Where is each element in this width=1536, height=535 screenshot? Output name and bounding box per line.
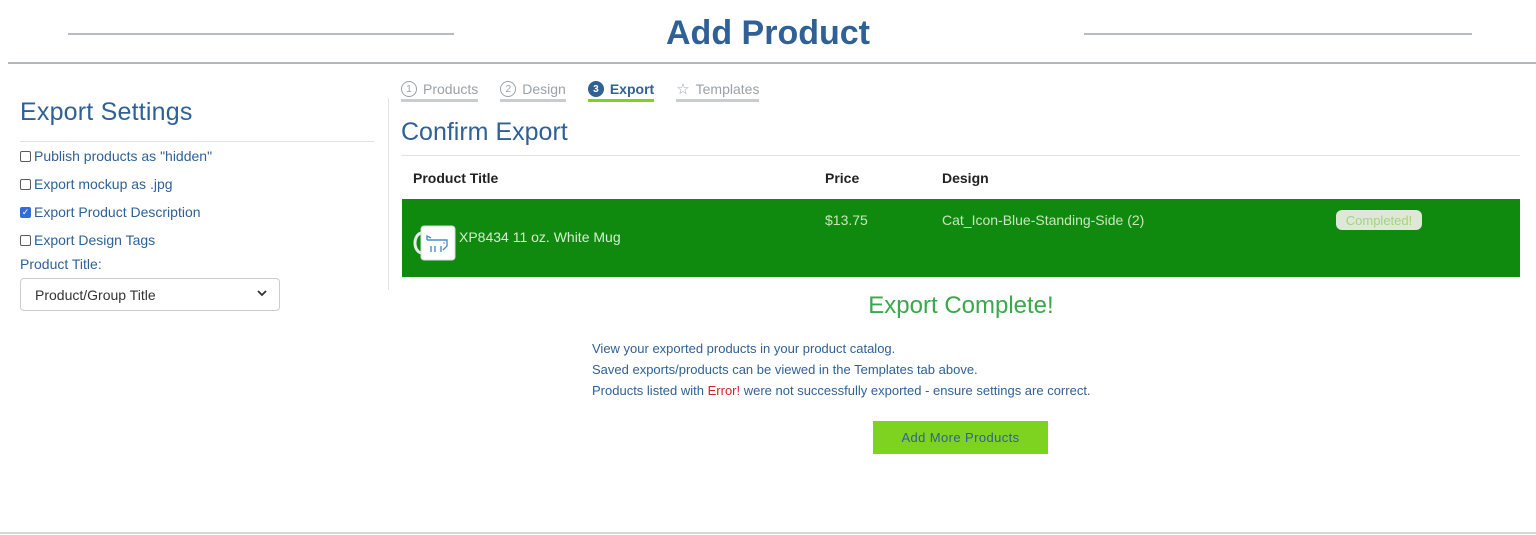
step-3-icon: 3 (587, 81, 604, 97)
tab-products-label: Products (423, 81, 479, 97)
header-divider (8, 62, 1536, 64)
product-title-select-value: Product/Group Title (35, 286, 156, 303)
error-text: Error! (707, 383, 741, 398)
export-mockup-jpg-checkbox[interactable] (20, 178, 31, 190)
export-mockup-jpg-label: Export mockup as .jpg (34, 176, 173, 192)
option-export-description[interactable]: ✓ Export Product Description (20, 198, 374, 226)
tab-export-label: Export (609, 81, 655, 97)
export-description-checkbox[interactable]: ✓ (20, 206, 31, 218)
tab-underline-active (587, 99, 655, 102)
info-line-1: View your exported products in your prod… (592, 341, 896, 356)
export-complete-heading: Export Complete! (868, 292, 1054, 319)
status-badge: Completed! (1336, 210, 1422, 230)
product-design: Cat_Icon-Blue-Standing-Side (2) (942, 212, 1145, 228)
tab-underline (500, 99, 566, 102)
product-title-label: Product Title: (20, 256, 102, 272)
tab-templates-label: Templates (695, 81, 760, 97)
product-name: XP8434 11 oz. White Mug (459, 229, 621, 245)
export-description-label: Export Product Description (34, 204, 201, 220)
confirm-export-title: Confirm Export (401, 118, 568, 146)
publish-hidden-label: Publish products as "hidden" (34, 148, 213, 164)
info-line-3-post: were not successfully exported - ensure … (740, 383, 1091, 398)
publish-hidden-checkbox[interactable] (20, 150, 31, 162)
export-design-tags-checkbox[interactable] (20, 234, 31, 246)
chevron-down-icon (257, 289, 267, 300)
footer-divider (0, 532, 1536, 534)
column-header-design: Design (942, 170, 989, 186)
table-header: Product Title Price Design (402, 160, 1520, 198)
add-more-products-button[interactable]: Add More Products (873, 421, 1048, 454)
tab-products[interactable]: 1 Products (401, 80, 479, 102)
option-export-design-tags[interactable]: Export Design Tags (20, 226, 374, 254)
column-header-price: Price (825, 170, 860, 186)
page-header: Add Product (0, 0, 1536, 64)
export-settings-title: Export Settings (20, 98, 193, 126)
header-rule-right (1084, 33, 1472, 35)
tab-templates[interactable]: ☆ Templates (676, 80, 760, 102)
product-title-select[interactable]: Product/Group Title (20, 278, 280, 311)
step-1-icon: 1 (401, 81, 417, 97)
option-export-mockup-jpg[interactable]: Export mockup as .jpg (20, 170, 374, 198)
mug-thumbnail-icon (413, 224, 459, 262)
tab-design-label: Design (522, 81, 566, 97)
option-publish-hidden[interactable]: Publish products as "hidden" (20, 142, 374, 170)
export-info-text: View your exported products in your prod… (592, 338, 1091, 401)
info-line-3-pre: Products listed with (592, 383, 708, 398)
product-price: $13.75 (825, 212, 868, 228)
column-header-product-title: Product Title (413, 170, 499, 186)
star-icon: ☆ (676, 81, 690, 98)
confirm-divider (401, 155, 1520, 156)
tab-underline (401, 99, 479, 102)
export-design-tags-label: Export Design Tags (34, 232, 156, 248)
table-row: XP8434 11 oz. White Mug $13.75 Cat_Icon-… (402, 199, 1520, 277)
info-line-2: Saved exports/products can be viewed in … (592, 362, 978, 377)
panel-divider (388, 98, 389, 290)
export-settings-panel: Export Settings Publish products as "hid… (20, 98, 374, 311)
tab-export[interactable]: 3 Export (587, 80, 655, 102)
tab-underline (676, 99, 760, 102)
step-2-icon: 2 (500, 81, 517, 97)
step-tabs: 1 Products 2 Design 3 Export ☆ Templates (401, 80, 781, 102)
info-line-3: Products listed with Error! were not suc… (592, 380, 1091, 401)
tab-design[interactable]: 2 Design (500, 80, 566, 102)
